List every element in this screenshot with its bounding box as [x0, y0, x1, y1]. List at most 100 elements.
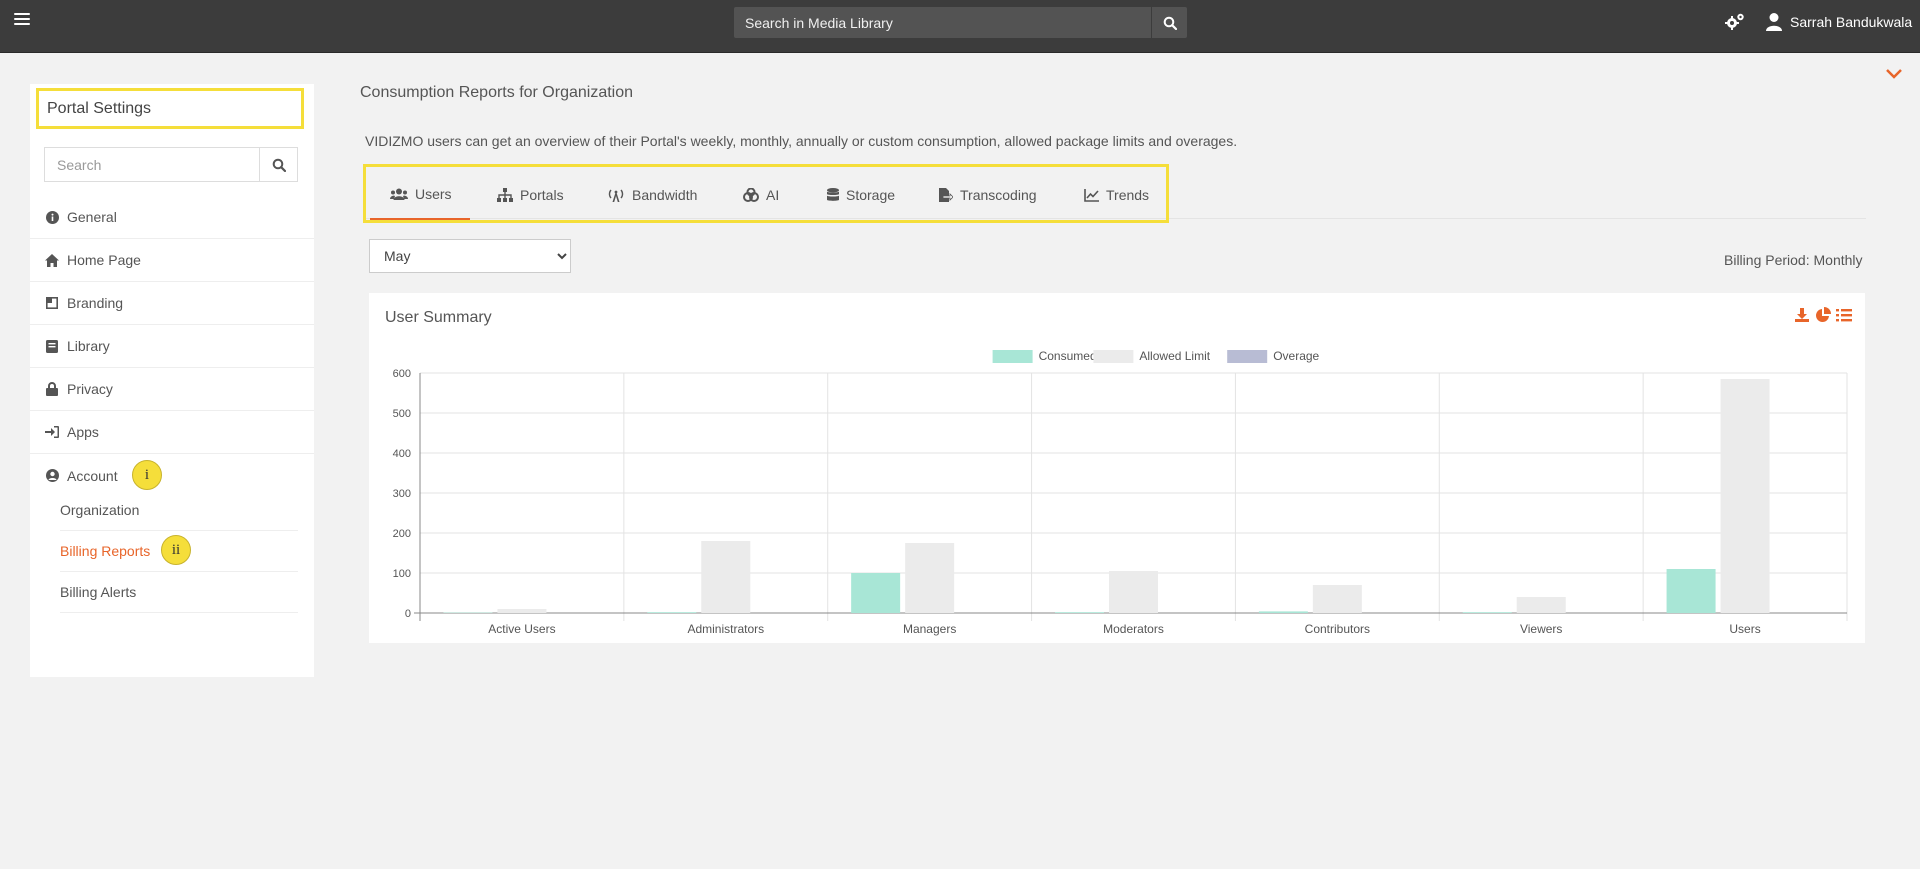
- sidebar-item-label: Library: [67, 338, 110, 354]
- sidebar-item-branding[interactable]: Branding: [30, 282, 314, 325]
- sidebar-item-label: Home Page: [67, 252, 141, 268]
- user-menu[interactable]: Sarrah Bandukwala: [1766, 10, 1912, 34]
- report-tabs: Users Portals Bandwidth AI Storage Trans…: [363, 164, 1169, 223]
- tab-label: Users: [415, 186, 452, 202]
- month-select[interactable]: May: [369, 239, 571, 273]
- x-tick-label: Active Users: [488, 622, 555, 636]
- ai-icon: [743, 188, 759, 202]
- tab-bandwidth[interactable]: Bandwidth: [607, 170, 697, 220]
- top-bar: Sarrah Bandukwala: [0, 0, 1920, 53]
- sidebar-subitem-label: Organization: [60, 502, 140, 518]
- bar-consumed: [1258, 611, 1308, 613]
- y-tick-label: 0: [405, 608, 411, 620]
- x-tick-label: Managers: [903, 622, 956, 636]
- bar-allowed-limit: [1312, 585, 1362, 613]
- sidebar-subitem-billing-alerts[interactable]: Billing Alerts: [60, 572, 298, 613]
- media-library-search: [734, 7, 1187, 38]
- y-tick-label: 200: [393, 528, 411, 540]
- annotation-marker-billing: ii: [161, 535, 191, 565]
- settings-sidebar: Portal Settings General Home Page Brandi…: [30, 84, 314, 677]
- y-tick-label: 300: [393, 488, 411, 500]
- sidebar-subitem-label: Billing Reports: [60, 543, 151, 559]
- y-tick-label: 400: [393, 448, 411, 460]
- legend-swatch: [1093, 350, 1134, 363]
- bar-consumed: [1462, 612, 1512, 613]
- tab-portals[interactable]: Portals: [497, 170, 564, 220]
- sidebar-search-input[interactable]: [45, 148, 259, 181]
- sidebar-subitem-label: Billing Alerts: [60, 584, 137, 600]
- line-chart-icon: [1084, 188, 1099, 202]
- file-export-icon: [939, 188, 953, 202]
- legend-swatch: [1227, 350, 1268, 363]
- tab-label: Bandwidth: [632, 187, 698, 203]
- cogs-icon[interactable]: [1724, 12, 1746, 32]
- book-icon: [45, 339, 59, 353]
- tab-ai[interactable]: AI: [743, 170, 779, 220]
- page-description: VIDIZMO users can get an overview of the…: [365, 133, 1238, 149]
- bar-allowed-limit: [1720, 379, 1770, 613]
- y-tick-label: 600: [393, 368, 411, 380]
- tab-storage[interactable]: Storage: [827, 170, 895, 220]
- search-icon: [1163, 16, 1177, 30]
- x-tick-label: Moderators: [1103, 622, 1164, 636]
- sidebar-item-home-page[interactable]: Home Page: [30, 239, 314, 282]
- sidebar-subitem-organization[interactable]: Organization: [60, 490, 298, 531]
- antenna-icon: [608, 189, 624, 202]
- page-title: Consumption Reports for Organization: [360, 84, 634, 101]
- tab-label: Transcoding: [960, 187, 1037, 203]
- branding-icon: [45, 296, 59, 310]
- annotation-marker-account: i: [132, 460, 162, 490]
- x-tick-label: Users: [1729, 622, 1760, 636]
- x-tick-label: Contributors: [1305, 622, 1370, 636]
- tab-label: AI: [766, 187, 780, 203]
- hamburger-menu-icon[interactable]: [14, 13, 30, 29]
- user-summary-card: User Summary 0 100 200 300 400 500 600 Active U…: [369, 293, 1865, 643]
- y-tick-label: 500: [393, 408, 411, 420]
- legend-label: Overage: [1273, 349, 1319, 363]
- database-icon: [827, 188, 839, 201]
- users-icon: [390, 188, 408, 200]
- bar-consumed: [1055, 612, 1104, 613]
- sign-in-icon: [45, 425, 59, 439]
- bar-consumed: [647, 612, 697, 613]
- tab-label: Trends: [1106, 187, 1150, 203]
- lock-icon: [45, 382, 59, 396]
- sidebar-menu: General Home Page Branding Library Priva…: [30, 196, 314, 497]
- sidebar-title: Portal Settings: [36, 88, 304, 129]
- bar-allowed-limit: [1109, 571, 1158, 613]
- search-button[interactable]: [1151, 7, 1187, 38]
- info-icon: [45, 210, 59, 224]
- tab-trends[interactable]: Trends: [1084, 170, 1149, 220]
- tab-label: Portals: [520, 187, 564, 203]
- sidebar-item-general[interactable]: General: [30, 196, 314, 239]
- media-search-input[interactable]: [734, 7, 1148, 38]
- legend-swatch: [992, 350, 1033, 363]
- sidebar-subitem-billing-reports[interactable]: Billing Reports ii: [60, 531, 298, 572]
- bar-allowed-limit: [497, 609, 547, 613]
- sidebar-item-apps[interactable]: Apps: [30, 411, 314, 454]
- legend-label: Allowed Limit: [1139, 349, 1210, 363]
- billing-period-label: Billing Period: Monthly: [1724, 252, 1863, 268]
- sidebar-search-button[interactable]: [259, 148, 297, 181]
- sidebar-item-privacy[interactable]: Privacy: [30, 368, 314, 411]
- tab-label: Storage: [846, 187, 896, 203]
- x-tick-label: Administrators: [687, 622, 764, 636]
- sidebar-search: [44, 147, 298, 182]
- sidebar-item-label: General: [67, 209, 117, 225]
- y-tick-label: 100: [393, 568, 411, 580]
- sidebar-item-label: Branding: [67, 295, 124, 311]
- chevron-down-icon[interactable]: [1884, 66, 1904, 82]
- search-icon: [272, 158, 286, 172]
- sidebar-item-label: Account: [67, 467, 118, 484]
- bar-allowed-limit: [701, 541, 751, 613]
- sidebar-item-label: Apps: [67, 424, 99, 440]
- sitemap-icon: [497, 188, 513, 202]
- user-circle-icon: [45, 469, 59, 483]
- sidebar-item-label: Privacy: [67, 381, 113, 397]
- tab-users[interactable]: Users: [370, 170, 470, 220]
- sidebar-item-library[interactable]: Library: [30, 325, 314, 368]
- bar-allowed-limit: [905, 543, 955, 613]
- user-name: Sarrah Bandukwala: [1790, 14, 1913, 30]
- x-tick-label: Viewers: [1520, 622, 1562, 636]
- tab-transcoding[interactable]: Transcoding: [939, 170, 1037, 220]
